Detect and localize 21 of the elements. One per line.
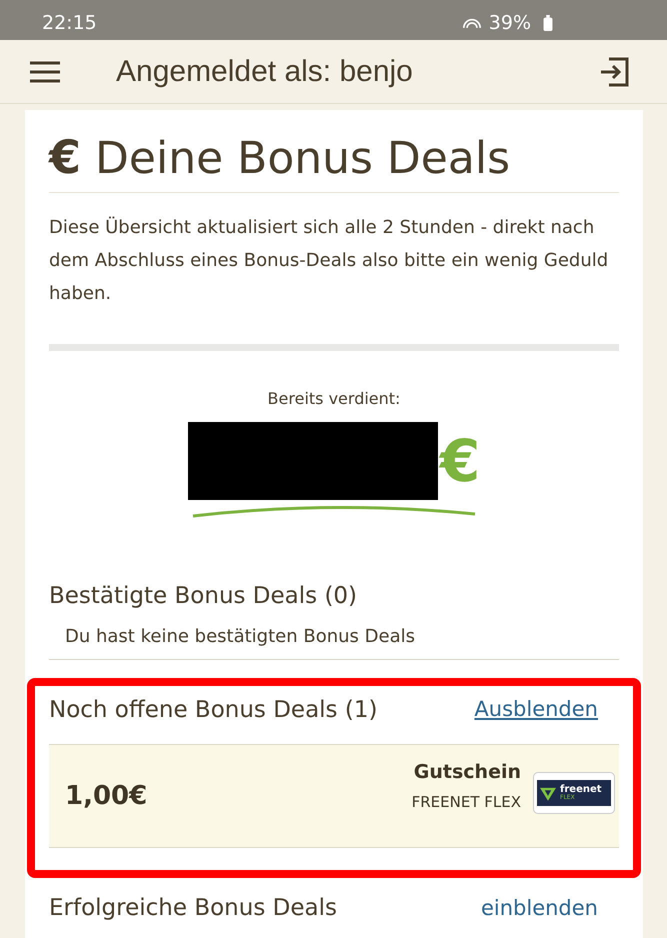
toggle-link[interactable]: einblenden [480,896,598,920]
menu-icon [29,60,61,82]
triangle-icon [540,786,556,800]
currency-sign: € [440,427,480,495]
intro-text: Diese Übersicht aktualisiert sich alle 2 Stunden - direkt nach dem Abschluss eines Bonus-Deals also bitte ein wenig Geduld haben. [49,216,610,306]
toggle-link[interactable]: Ausblenden [474,697,598,721]
logo-text: freenet [560,785,602,795]
section-title: Erfolgreiche Bonus Deals [49,894,337,923]
earned-label: Bereits verdient: [266,389,402,408]
deal-type: Gutschein [414,761,521,783]
section-title: Bestätigte Bonus Deals (0) [49,582,358,611]
deal-amount: 1,00€ [65,781,148,811]
empty-message: Du hast keine bestätigten Bonus Deals [49,618,619,660]
battery-level: 39% [488,12,531,34]
logout-icon[interactable] [599,56,629,86]
page-title: Deine Bonus Deals [95,133,510,184]
section-title: Noch offene Bonus Deals (1) [49,696,378,725]
status-time: 22:15 [42,12,97,34]
partner-name: FREENET FLEX [412,793,521,811]
app-title: Angemeldet als: benjo [116,54,414,88]
euro-sign: € [49,130,82,184]
